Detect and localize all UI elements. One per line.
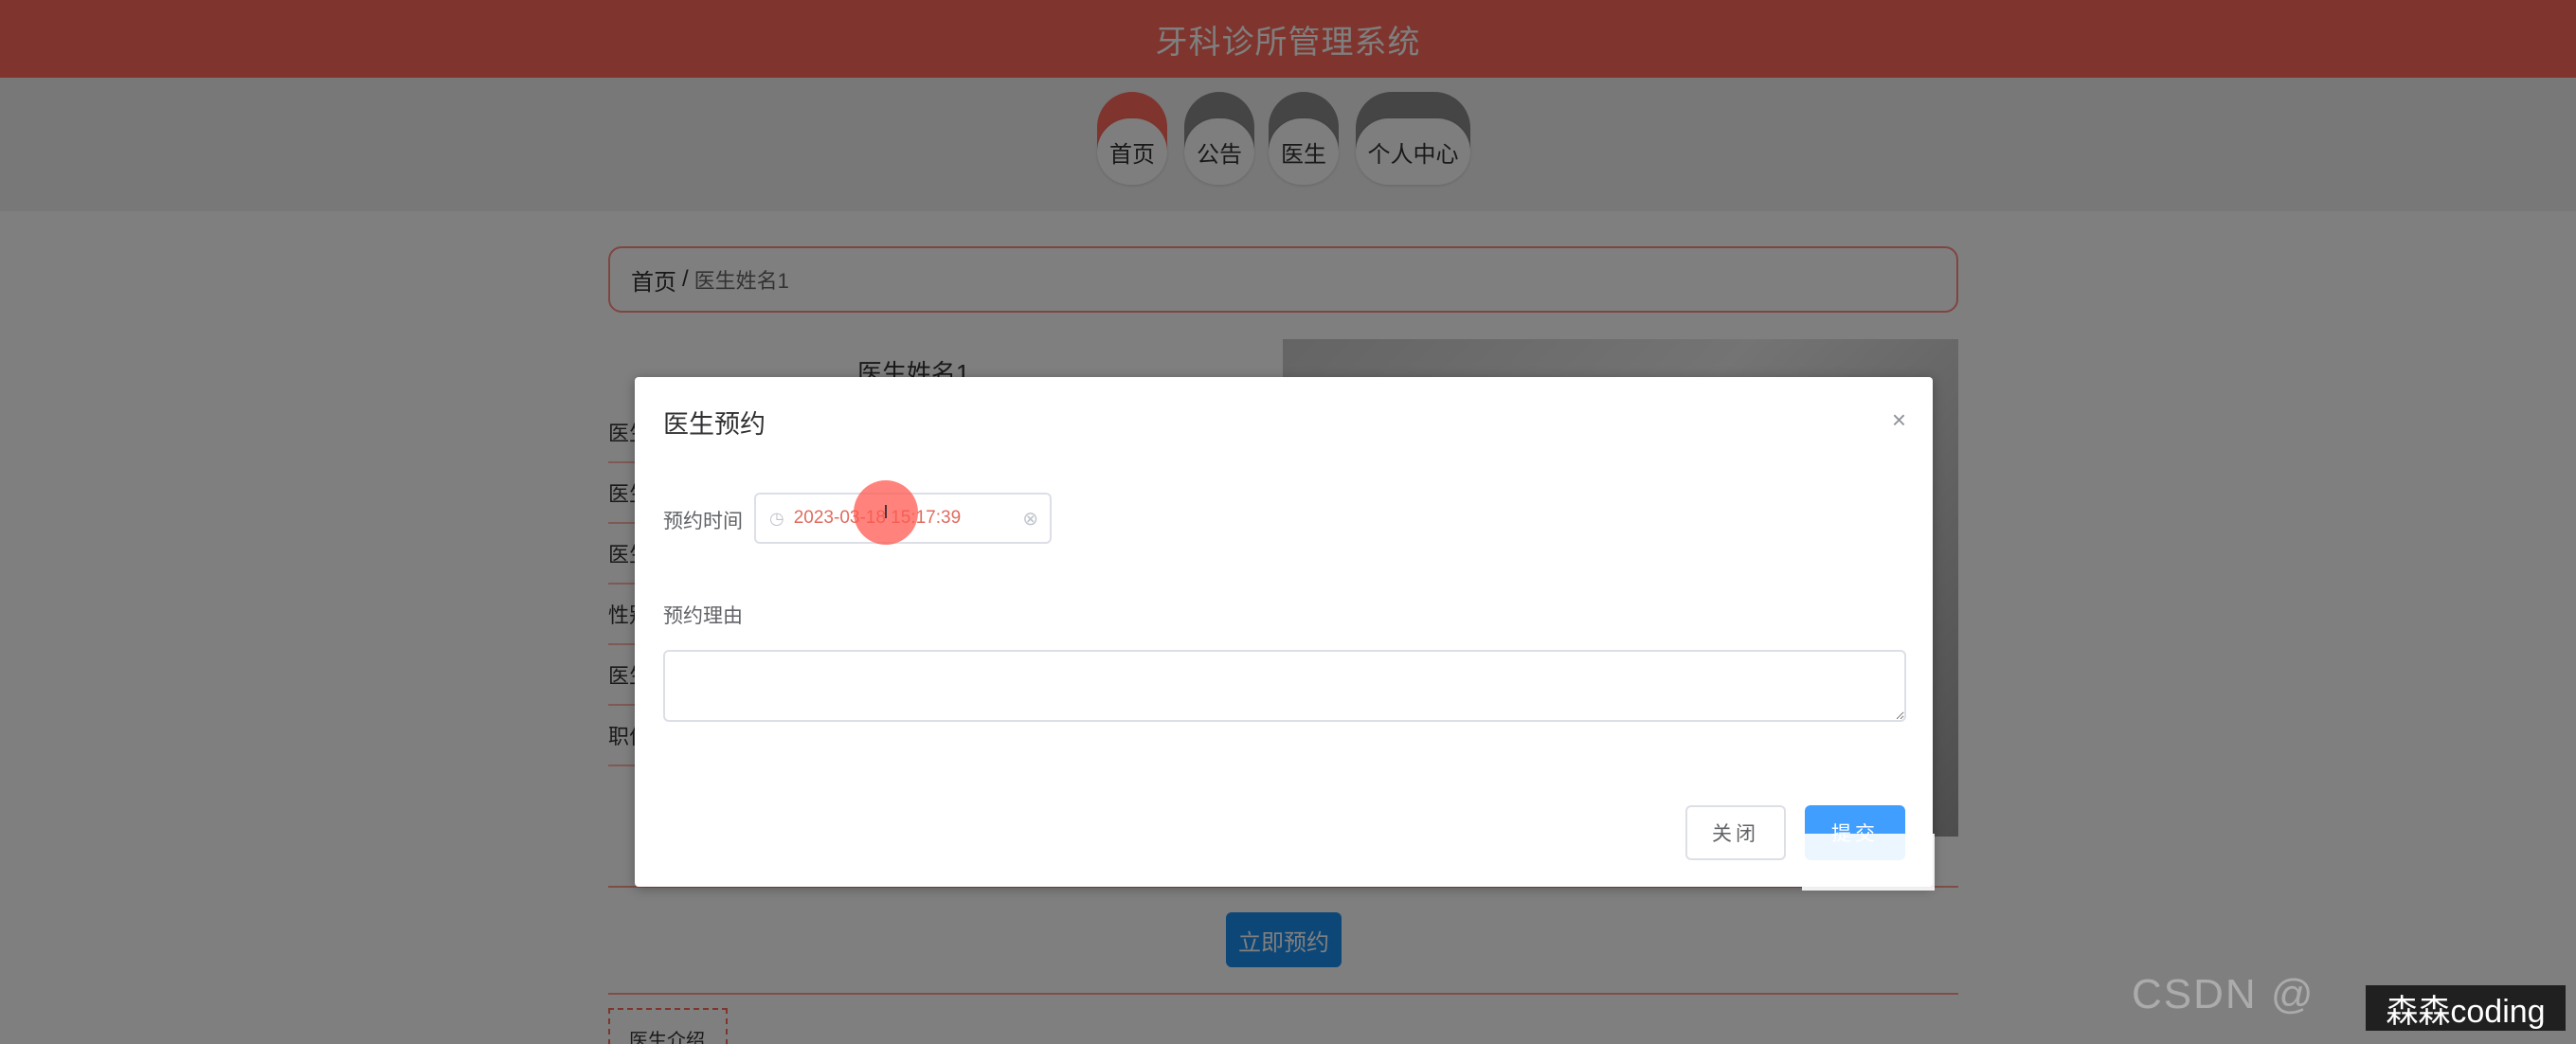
blurred-area (1802, 834, 1935, 891)
time-label: 预约时间 (663, 511, 743, 532)
appointment-dialog: 医生预约 × 预约时间 ◷ 2023-03-18 15:17:39 ⊗ 预约理由… (635, 377, 1933, 887)
reason-textarea[interactable] (663, 650, 1906, 722)
watermark-author: 森森coding (2366, 985, 2566, 1031)
watermark-csdn: CSDN @ (2132, 971, 2315, 1017)
circle-close-icon[interactable]: ⊗ (1022, 507, 1038, 531)
cursor-indicator: I (854, 480, 918, 545)
close-icon[interactable]: × (1892, 405, 1906, 435)
dialog-title: 医生预约 (663, 410, 766, 439)
clock-icon: ◷ (769, 508, 784, 528)
close-button[interactable]: 关闭 (1685, 805, 1786, 860)
reason-label: 预约理由 (663, 605, 743, 627)
